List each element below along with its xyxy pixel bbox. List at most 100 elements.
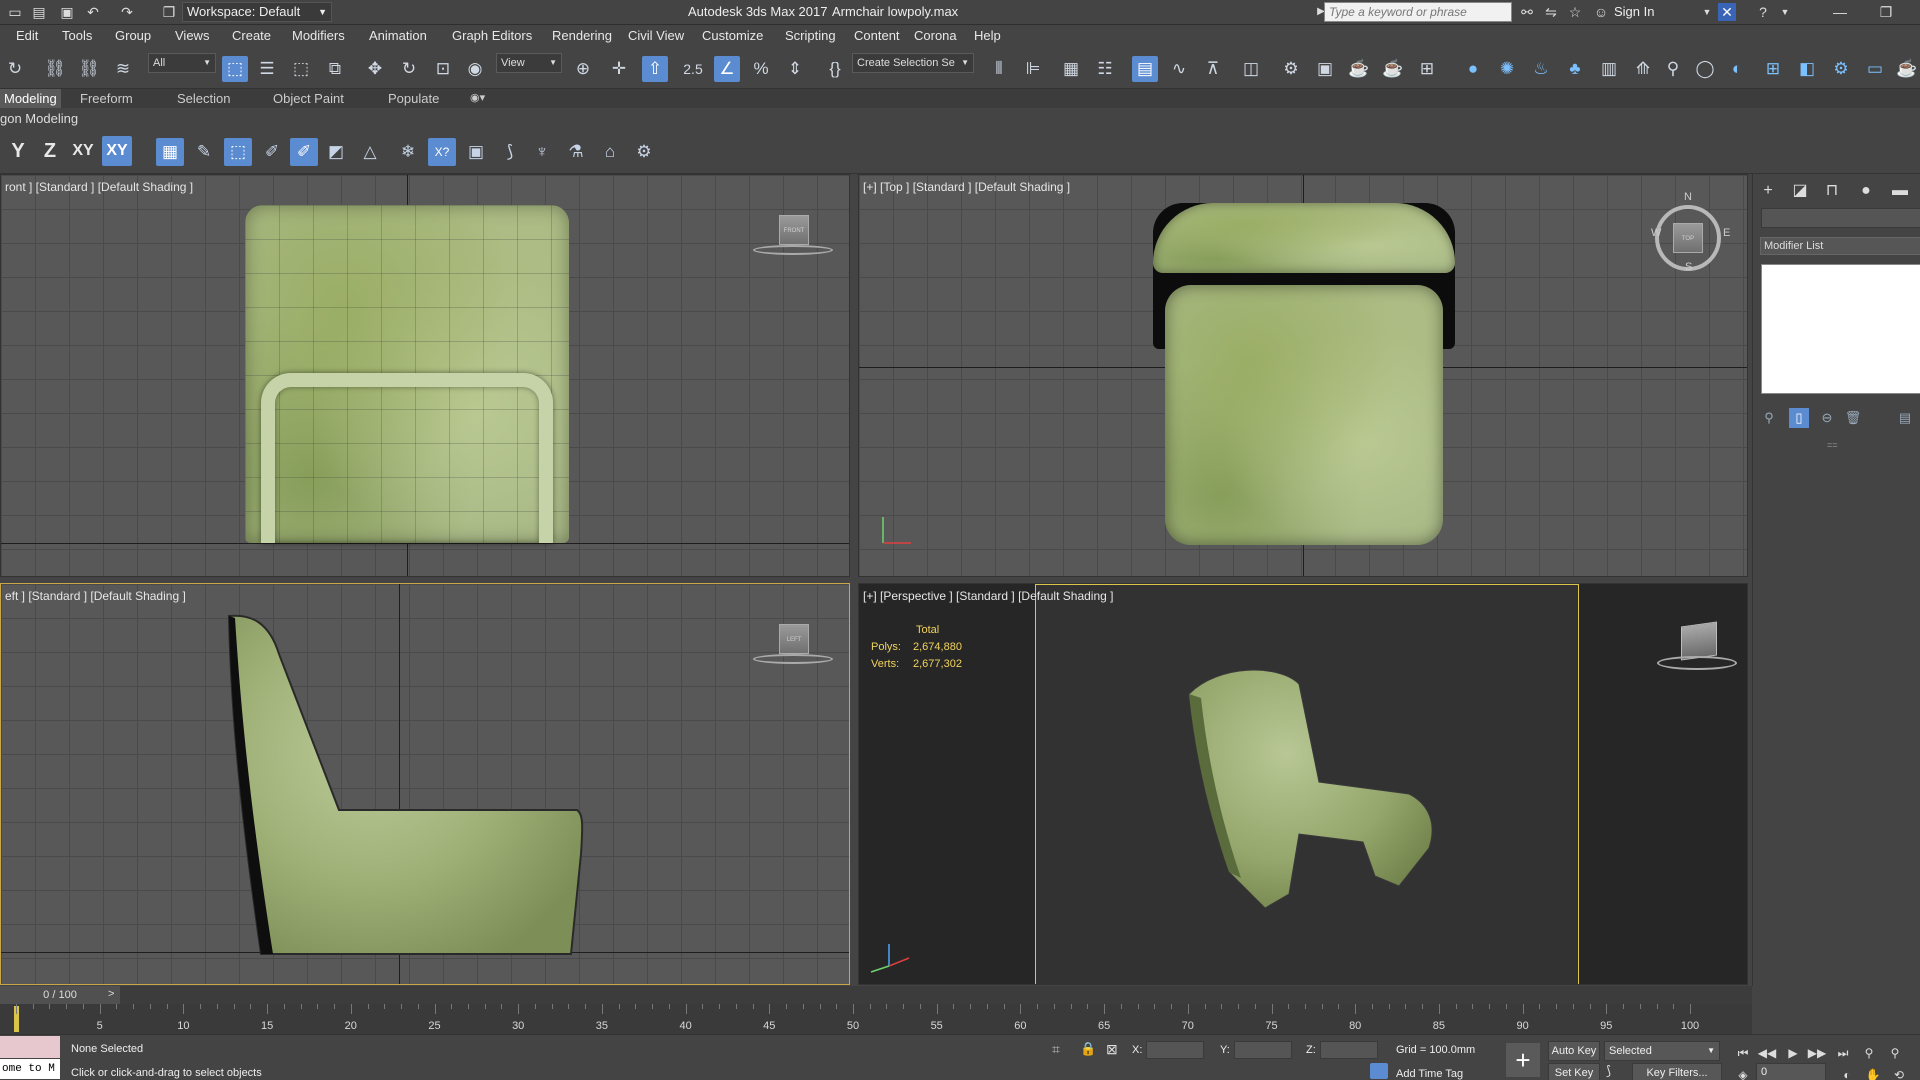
z-coordinate-field[interactable] bbox=[1320, 1041, 1378, 1059]
select-window-icon[interactable]: ⬚ bbox=[224, 138, 252, 166]
toolbar-icon[interactable]: ◧ bbox=[1794, 56, 1820, 82]
toggle-ribbon-icon[interactable]: ▤ bbox=[1132, 56, 1158, 82]
biped-icon[interactable]: ♆ bbox=[528, 138, 556, 166]
key-filters-button[interactable]: Key Filters... bbox=[1632, 1063, 1722, 1080]
tab-object-paint[interactable]: Object Paint bbox=[273, 91, 344, 106]
field-of-view-icon[interactable]: ◐ bbox=[1836, 1065, 1858, 1080]
snap-toggle-icon[interactable]: 2.5 bbox=[680, 56, 706, 82]
ribbon-panel-label[interactable]: gon Modeling bbox=[0, 111, 78, 126]
absolute-mode-icon[interactable]: ⊠ bbox=[1106, 1041, 1118, 1058]
render-iterative-icon[interactable]: ☕ bbox=[1380, 56, 1406, 82]
star-icon[interactable]: ☆ bbox=[1566, 3, 1584, 21]
configure-modifier-sets-icon[interactable]: ▤ bbox=[1895, 408, 1915, 428]
next-frame-icon[interactable]: ▶▶ bbox=[1806, 1043, 1828, 1063]
material-editor-icon[interactable]: ◫ bbox=[1238, 56, 1264, 82]
menu-graph-editors[interactable]: Graph Editors bbox=[452, 28, 532, 43]
camera-icon[interactable]: ⟰ bbox=[1630, 56, 1656, 82]
modifier-list-dropdown[interactable]: Modifier List bbox=[1760, 237, 1920, 255]
paint-selection-icon[interactable]: ✎ bbox=[190, 138, 218, 166]
go-to-start-icon[interactable]: ⏮ bbox=[1732, 1043, 1754, 1063]
render-grid-icon[interactable]: ⊞ bbox=[1414, 56, 1440, 82]
show-end-result-icon[interactable]: ▯ bbox=[1789, 408, 1809, 428]
set-key-button[interactable]: Set Key bbox=[1548, 1063, 1600, 1080]
minimize-button[interactable]: — bbox=[1820, 0, 1860, 24]
menu-corona[interactable]: Corona bbox=[914, 28, 957, 43]
undo-icon[interactable]: ↶ bbox=[84, 3, 102, 21]
previous-frame-icon[interactable]: ◀◀ bbox=[1756, 1043, 1778, 1063]
exchange-icon[interactable]: ⇋ bbox=[1542, 3, 1560, 21]
x-coordinate-field[interactable] bbox=[1146, 1041, 1204, 1059]
teapot-icon[interactable]: ☕ bbox=[1894, 56, 1920, 82]
maxscript-listener[interactable] bbox=[0, 1036, 60, 1058]
viewport-front[interactable]: ront ] [Standard ] [Default Shading ] FR… bbox=[0, 174, 850, 577]
new-file-icon[interactable]: ▭ bbox=[6, 3, 24, 21]
edit-icon[interactable]: ✐ bbox=[258, 138, 286, 166]
selection-region-icon[interactable]: ⬚ bbox=[288, 56, 314, 82]
percent-snap-icon[interactable]: % bbox=[748, 56, 774, 82]
frame-buffer-icon[interactable]: ▥ bbox=[1596, 56, 1622, 82]
redo-icon[interactable]: ↻ bbox=[2, 56, 28, 82]
time-config-icon[interactable]: ◈ bbox=[1732, 1065, 1754, 1080]
orbit-icon[interactable]: ⟲ bbox=[1888, 1065, 1910, 1080]
gear-icon[interactable]: ⚙ bbox=[630, 138, 658, 166]
select-by-name-icon[interactable]: ☰ bbox=[254, 56, 280, 82]
light-material-icon[interactable]: ⚲ bbox=[1660, 56, 1686, 82]
named-selection-dropdown[interactable]: Create Selection Se ▼ bbox=[852, 53, 974, 73]
place-icon[interactable]: ◉ bbox=[462, 56, 488, 82]
armchair-backrest-mesh[interactable] bbox=[1153, 203, 1455, 273]
xy-toggle-icon[interactable]: X? bbox=[428, 138, 456, 166]
toolbar-icon[interactable]: ▭ bbox=[1862, 56, 1888, 82]
render-setup-icon[interactable]: ⚙ bbox=[1278, 56, 1304, 82]
schematic-view-icon[interactable]: ⊼ bbox=[1200, 56, 1226, 82]
menu-help[interactable]: Help bbox=[974, 28, 1001, 43]
select-object-icon[interactable]: ⬚ bbox=[222, 56, 248, 82]
make-unique-icon[interactable]: ⊖ bbox=[1817, 408, 1837, 428]
move-icon[interactable]: ✥ bbox=[362, 56, 388, 82]
viewport-top[interactable]: [+] [Top ] [Standard ] [Default Shading … bbox=[858, 174, 1748, 577]
viewcube[interactable]: TOP bbox=[1673, 223, 1703, 253]
set-key-big-icon[interactable]: + bbox=[1506, 1043, 1540, 1077]
film-icon[interactable]: ▣ bbox=[462, 138, 490, 166]
workspace-dropdown[interactable]: Workspace: Default ▼ bbox=[182, 2, 332, 22]
armchair-side-mesh[interactable] bbox=[221, 614, 601, 956]
tab-freeform[interactable]: Freeform bbox=[80, 91, 133, 106]
rotate-icon[interactable]: ↻ bbox=[396, 56, 422, 82]
viewport-perspective[interactable]: [+] [Perspective ] [Standard ] [Default … bbox=[858, 583, 1748, 985]
open-file-icon[interactable]: ▤ bbox=[30, 3, 48, 21]
viewport-label[interactable]: [+] [Perspective ] [Standard ] [Default … bbox=[863, 589, 1113, 603]
scatter-icon[interactable]: ♣ bbox=[1562, 56, 1588, 82]
pivot-icon[interactable]: ⊕ bbox=[570, 56, 596, 82]
menu-edit[interactable]: Edit bbox=[16, 28, 38, 43]
viewcube-ring[interactable] bbox=[753, 245, 833, 255]
pan-icon[interactable]: ✋ bbox=[1862, 1065, 1884, 1080]
viewcube-ring[interactable] bbox=[753, 654, 833, 664]
edit-named-selection-icon[interactable]: {} bbox=[822, 56, 848, 82]
axis-xy-button[interactable]: XY bbox=[68, 136, 98, 166]
display-icon[interactable]: ▬ bbox=[1887, 178, 1913, 204]
menu-civil-view[interactable]: Civil View bbox=[628, 28, 684, 43]
hierarchy-icon[interactable]: ⊓ bbox=[1819, 178, 1845, 204]
frame-counter[interactable]: 0 / 100 bbox=[0, 986, 120, 1004]
tab-populate[interactable]: Populate bbox=[388, 91, 439, 106]
grid-snap-icon[interactable]: ▦ bbox=[156, 138, 184, 166]
armchair-seat-mesh[interactable] bbox=[1165, 285, 1443, 545]
viewport-label[interactable]: ront ] [Standard ] [Default Shading ] bbox=[5, 180, 193, 194]
toolbar-icon[interactable]: ⚙ bbox=[1828, 56, 1854, 82]
viewcube[interactable] bbox=[1681, 621, 1717, 661]
lock-icon[interactable]: 🔒 bbox=[1080, 1041, 1096, 1057]
menu-rendering[interactable]: Rendering bbox=[552, 28, 612, 43]
measure-icon[interactable]: △ bbox=[356, 138, 384, 166]
add-time-tag[interactable]: Add Time Tag bbox=[1396, 1068, 1463, 1080]
menu-animation[interactable]: Animation bbox=[369, 28, 427, 43]
auto-key-button[interactable]: Auto Key bbox=[1548, 1041, 1600, 1061]
save-icon[interactable]: ▣ bbox=[58, 3, 76, 21]
spinner-snap-icon[interactable]: ⇕ bbox=[782, 56, 808, 82]
object-name-field[interactable] bbox=[1761, 208, 1920, 228]
viewport-label[interactable]: eft ] [Standard ] [Default Shading ] bbox=[5, 589, 186, 603]
create-icon[interactable]: + bbox=[1755, 178, 1781, 204]
zoom-all-icon[interactable]: ⚲ bbox=[1884, 1043, 1906, 1063]
redo-icon[interactable]: ↷ bbox=[118, 3, 136, 21]
next-frame-arrow[interactable]: > bbox=[108, 988, 114, 1000]
ribbon-options-icon[interactable]: ◉▾ bbox=[470, 91, 485, 104]
time-tag-icon[interactable] bbox=[1370, 1063, 1388, 1079]
